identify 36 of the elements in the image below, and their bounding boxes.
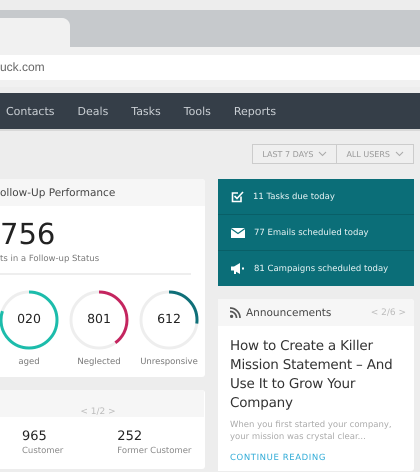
ring-value: 020 [16, 311, 42, 326]
today-item[interactable]: 77 Emails scheduled today [254, 228, 369, 238]
chevron-down-icon [318, 151, 328, 157]
nav-item[interactable]: Tools [184, 104, 211, 118]
today-item[interactable]: 11 Tasks due today [253, 192, 335, 202]
rss-icon [230, 307, 241, 318]
checkbox-icon [231, 190, 244, 203]
card-title: Announcements [246, 306, 332, 318]
ring-value: 801 [86, 311, 112, 326]
progress-ring [67, 288, 131, 352]
nav-item[interactable]: Reports [234, 104, 276, 118]
nav-item[interactable]: Deals [78, 104, 108, 118]
article-headline: How to Create a Killer Mission Statement – And Use It to Grow Your Company [230, 337, 394, 413]
stat-value: 252 [117, 429, 144, 444]
today-item[interactable]: 81 Campaigns scheduled today [254, 264, 388, 274]
envelope-icon [231, 228, 245, 238]
ring-label: Unresponsive [140, 357, 198, 367]
card-title: ollow-Up Performance [0, 186, 116, 198]
ring-label: aged [18, 357, 40, 367]
continue-reading-link[interactable]: CONTINUE READING [230, 453, 326, 463]
progress-ring [0, 288, 61, 352]
nav-item[interactable]: Tasks [131, 104, 161, 118]
browser-tab[interactable] [0, 18, 70, 47]
stat-label: Former Customer [117, 446, 192, 456]
article-excerpt: When you first started your company, your mission was crystal clear... [230, 419, 393, 443]
progress-ring [137, 288, 201, 352]
chevron-down-icon [395, 151, 404, 157]
total-count: 756 [0, 218, 56, 250]
address-bar[interactable]: uck.com [0, 55, 420, 80]
ring-value: 612 [156, 311, 182, 326]
nav-item[interactable]: Contacts [6, 104, 55, 118]
stat-label: Customer [22, 446, 64, 456]
total-caption: ts in a Follow-up Status [0, 254, 100, 264]
ring-label: Neglected [77, 357, 121, 367]
megaphone-icon [231, 263, 245, 274]
stat-value: 965 [22, 429, 48, 444]
